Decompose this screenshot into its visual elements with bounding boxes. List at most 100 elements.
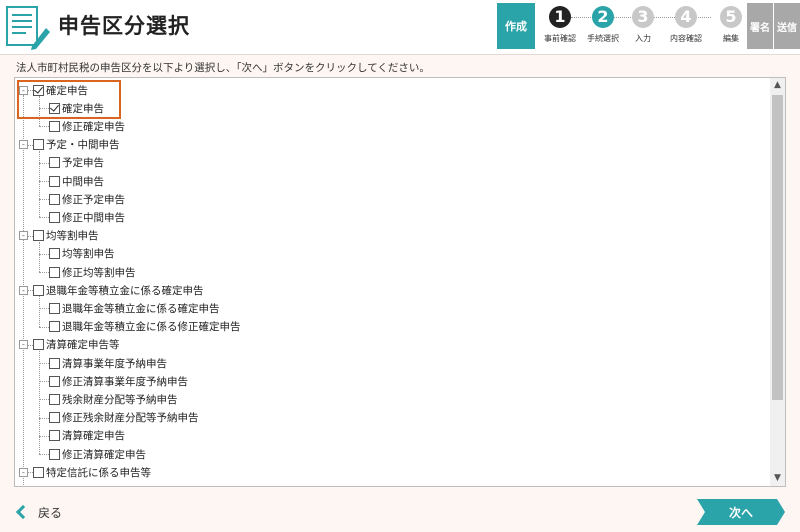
checkbox[interactable] — [49, 120, 60, 132]
tree-connector — [39, 181, 49, 182]
checkbox[interactable] — [49, 248, 60, 260]
back-button[interactable]: 戻る — [14, 503, 62, 521]
checkbox[interactable] — [33, 339, 44, 351]
tree-connector — [39, 435, 49, 437]
checkbox[interactable] — [49, 375, 60, 387]
checkbox[interactable] — [49, 266, 60, 278]
tree-item-child[interactable]: 清算確定申告 — [49, 427, 125, 445]
tree-connector — [39, 199, 49, 201]
tree-item-child[interactable]: 修正清算確定申告 — [49, 445, 146, 463]
step-4: 4 内容確認 — [666, 6, 706, 44]
scroll-up-icon[interactable]: ▲ — [770, 78, 785, 93]
tree-item-label: 修正残余財産分配等予納申告 — [62, 412, 199, 425]
document-pen-icon — [6, 6, 50, 50]
checkbox[interactable] — [49, 193, 60, 205]
step-2: 2 手続選択 — [583, 6, 623, 44]
instruction-text: 法人市町村民税の申告区分を以下より選択し、「次へ」ボタンをクリックしてください。 — [16, 62, 430, 74]
tree-item-label: 均等割申告 — [62, 248, 115, 261]
tree-connector — [39, 363, 49, 364]
tree-item-parent[interactable]: 確定申告 — [33, 81, 88, 99]
tree-item-label: 残余財産分配等予納申告 — [62, 393, 178, 406]
collapse-icon[interactable]: - — [19, 85, 28, 95]
checkbox[interactable] — [33, 466, 44, 478]
next-button[interactable]: 次へ — [697, 499, 785, 525]
tree-connector — [39, 162, 49, 164]
tree-item-child[interactable]: 修正残余財産分配等予納申告 — [49, 409, 199, 427]
collapse-icon[interactable]: - — [19, 140, 28, 150]
tree-item-child[interactable]: 修正中間申告 — [49, 208, 125, 226]
tree-item-label: 退職年金等積立金に係る確定申告 — [46, 284, 204, 297]
tree-item-parent[interactable]: 均等割申告 — [33, 227, 99, 245]
checkbox[interactable] — [49, 412, 60, 424]
tree-item-parent[interactable]: 退職年金等積立金に係る確定申告 — [33, 281, 204, 299]
tree-item-child[interactable]: 修正予定申告 — [49, 190, 125, 208]
tree-item-label: 予定申告 — [62, 157, 104, 170]
tree-item-label: 予定・中間申告 — [46, 139, 120, 152]
collapse-icon[interactable]: - — [19, 231, 28, 241]
tree-connector — [39, 217, 49, 219]
checkbox[interactable] — [33, 284, 44, 296]
tree-item-child[interactable]: 確定申告 — [49, 99, 104, 117]
tree-item-child[interactable]: 均等割申告 — [49, 245, 115, 263]
step-label: 手続選択 — [587, 34, 619, 43]
checkbox[interactable] — [49, 393, 60, 405]
tree-connector — [39, 126, 49, 128]
tree-connector — [39, 381, 49, 383]
collapse-icon[interactable]: - — [19, 285, 28, 295]
collapse-icon[interactable]: - — [19, 467, 28, 477]
tree-item-child[interactable]: 修正清算事業年度予納申告 — [49, 372, 188, 390]
checkbox[interactable] — [49, 321, 60, 333]
checkbox[interactable] — [49, 175, 60, 187]
step-number: 1 — [549, 6, 571, 28]
tree-item-child[interactable]: 予定申告 — [49, 154, 104, 172]
tree-item-label: 清算確定申告 — [62, 430, 125, 443]
vertical-scrollbar[interactable]: ▲ ▼ — [770, 78, 785, 486]
step-label: 内容確認 — [670, 34, 702, 43]
tree-item-child[interactable]: 清算事業年度予納申告 — [49, 354, 167, 372]
page-title: 申告区分選択 — [58, 14, 190, 38]
tree-item-child[interactable]: 中間申告 — [49, 172, 104, 190]
tree-connector — [39, 108, 49, 110]
tree-item-child[interactable]: 退職年金等積立金に係る確定申告 — [49, 299, 220, 317]
step-number: 4 — [675, 6, 697, 28]
checkbox[interactable] — [49, 211, 60, 223]
checkbox[interactable] — [49, 157, 60, 169]
tree-connector — [39, 350, 40, 454]
step-track: 1 事前確認 2 手続選択 3 入力 4 内容確認 5 編集 — [535, 3, 746, 49]
scroll-thumb[interactable] — [772, 95, 783, 400]
tree-item-child[interactable]: 修正確定申告 — [49, 117, 125, 135]
back-label: 戻る — [38, 505, 63, 520]
checkbox[interactable] — [33, 84, 44, 96]
step-1: 1 事前確認 — [540, 6, 580, 44]
tree-connector — [39, 417, 49, 419]
scroll-down-icon[interactable]: ▼ — [770, 471, 785, 486]
checkbox[interactable] — [33, 230, 44, 242]
step-create: 作成 — [497, 3, 535, 49]
tree-item-label: 修正中間申告 — [62, 211, 125, 224]
tree-item-parent[interactable]: 特定信託に係る申告等 — [33, 463, 151, 481]
tree-item-child[interactable]: 修正均等割申告 — [49, 263, 136, 281]
tree-item-child[interactable]: 退職年金等積立金に係る修正確定申告 — [49, 318, 241, 336]
tree-item-label: 修正均等割申告 — [62, 266, 136, 279]
tree-item-label: 確定申告 — [62, 102, 104, 115]
step-label: 入力 — [635, 34, 651, 43]
collapse-icon[interactable]: - — [19, 340, 28, 350]
tree-item-label: 均等割申告 — [46, 230, 99, 243]
step-number: 5 — [720, 6, 742, 28]
chevron-left-icon — [15, 504, 31, 520]
tree-item-label: 修正清算事業年度予納申告 — [62, 375, 188, 388]
checkbox[interactable] — [49, 357, 60, 369]
checkbox[interactable] — [49, 102, 60, 114]
tree-item-label: 修正清算確定申告 — [62, 448, 146, 461]
tree-item-child[interactable]: 残余財産分配等予納申告 — [49, 390, 178, 408]
checkbox[interactable] — [33, 139, 44, 151]
tree-connector — [39, 399, 49, 401]
checkbox[interactable] — [49, 448, 60, 460]
checkbox[interactable] — [49, 430, 60, 442]
checkbox[interactable] — [49, 302, 60, 314]
tree-item-label: 清算事業年度予納申告 — [62, 357, 167, 370]
tree-item-parent[interactable]: 清算確定申告等 — [33, 336, 120, 354]
step-number: 2 — [592, 6, 614, 28]
tree-item-parent[interactable]: 予定・中間申告 — [33, 136, 120, 154]
tree-item-label: 退職年金等積立金に係る修正確定申告 — [62, 321, 241, 334]
